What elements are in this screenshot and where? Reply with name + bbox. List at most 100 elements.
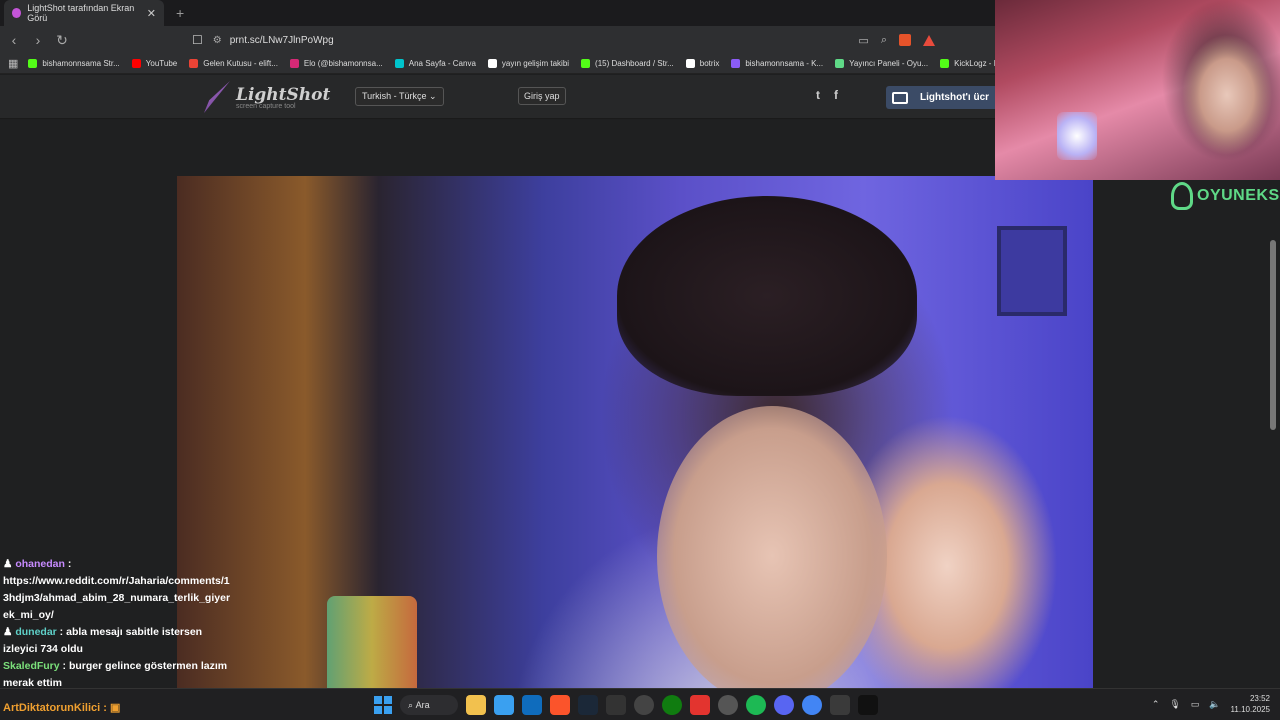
site-settings-icon[interactable]: ⚙ xyxy=(213,35,222,46)
store-icon[interactable] xyxy=(494,695,514,715)
apps-grid-icon[interactable]: ▦ xyxy=(8,57,18,70)
brave-icon[interactable] xyxy=(550,695,570,715)
wall-frame xyxy=(997,226,1067,316)
chat-overlay: ♟ ohanedan : https://www.reddit.com/r/Ja… xyxy=(3,556,233,692)
clock-time: 23:52 xyxy=(1249,694,1270,703)
chrome-icon[interactable] xyxy=(802,695,822,715)
taskbar: ArtDiktatorunKilici : ▣ ⌕ Ara ⌃ 🎙 ▭ 🔈 23… xyxy=(0,688,1280,720)
clock-date: 11.10.2025 xyxy=(1230,705,1270,714)
cast-icon[interactable]: ▭ xyxy=(858,34,868,47)
brave-shields-icon[interactable] xyxy=(899,34,911,46)
instagram-icon xyxy=(289,59,299,68)
bookmark-item[interactable]: bishamonnsama Str... xyxy=(28,59,120,68)
epic-games-icon[interactable] xyxy=(606,695,626,715)
chrome-beta-icon[interactable] xyxy=(718,695,738,715)
close-tab-icon[interactable]: ✕ xyxy=(147,7,156,20)
chevron-up-icon[interactable]: ⌃ xyxy=(1152,699,1160,710)
lightshot-header: LightShot screen capture tool Turkish - … xyxy=(0,75,995,119)
browser-tab[interactable]: LightShot tarafından Ekran Görü ✕ xyxy=(4,0,164,26)
bookmark-item[interactable]: Ana Sayfa - Canva xyxy=(394,59,476,68)
bookmark-item[interactable]: botrix xyxy=(685,59,719,68)
canva-icon xyxy=(394,59,404,68)
bookmark-item[interactable]: Elo (@bishamonnsa... xyxy=(289,59,383,68)
login-button[interactable]: Giriş yap xyxy=(518,87,566,105)
bookmarks-bar: ▦ bishamonnsama Str... YouTube Gelen Kut… xyxy=(0,54,995,74)
outlook-icon[interactable] xyxy=(522,695,542,715)
davinci-icon[interactable] xyxy=(830,695,850,715)
download-button[interactable]: Lightshot'ı ücr xyxy=(886,86,995,109)
chat-message: ♟ dunedar : abla mesajı sabitle istersen… xyxy=(3,626,203,655)
screenshot-image[interactable] xyxy=(177,176,1093,688)
chat-username: ohanedan xyxy=(15,558,65,570)
botrix-icon xyxy=(685,59,695,68)
kicklogz-icon xyxy=(940,59,950,68)
bookmark-item[interactable]: YouTube xyxy=(131,59,177,68)
volume-icon[interactable]: 🔈 xyxy=(1209,699,1220,710)
obs-icon[interactable] xyxy=(634,695,654,715)
microphone-icon[interactable]: 🎙 xyxy=(1169,699,1180,710)
logo-name: LightShot xyxy=(236,84,331,105)
system-tray: ⌃ 🎙 ▭ 🔈 23:52 11.10.2025 xyxy=(1152,693,1270,715)
taskbar-apps: ⌕ Ara xyxy=(374,695,878,715)
kick-icon xyxy=(28,59,38,68)
emote-icon: ▣ xyxy=(109,702,121,714)
chat-username: ArtDiktatorunKilici xyxy=(3,702,101,714)
face-shape xyxy=(657,406,887,688)
windows-start-icon[interactable] xyxy=(374,696,392,714)
download-icon xyxy=(892,91,908,104)
hair-shape xyxy=(617,196,917,396)
kick-icon xyxy=(581,59,591,68)
notion-icon xyxy=(487,59,497,68)
tab-title: LightShot tarafından Ekran Görü xyxy=(27,3,135,23)
clock[interactable]: 23:52 11.10.2025 xyxy=(1231,693,1270,715)
red-app-icon[interactable] xyxy=(690,695,710,715)
brave-rewards-icon[interactable] xyxy=(923,34,935,46)
spotify-icon[interactable] xyxy=(746,695,766,715)
file-explorer-icon[interactable] xyxy=(466,695,486,715)
user-badge-icon: ♟ xyxy=(3,558,13,570)
forward-button[interactable]: › xyxy=(28,32,48,48)
chat-username: SkaledFury xyxy=(3,660,60,672)
microphone-light xyxy=(1057,112,1097,160)
chat-username: dunedar xyxy=(15,626,57,638)
bookmark-item[interactable]: bishamonnsama - K... xyxy=(731,59,823,68)
chat-message: ArtDiktatorunKilici : ▣ xyxy=(3,702,121,714)
bookmark-item[interactable]: Gelen Kutusu - elift... xyxy=(189,59,278,68)
bookmark-item[interactable]: KickLogz - K xyxy=(940,59,995,68)
kick-stats-icon xyxy=(731,59,741,68)
steam-icon[interactable] xyxy=(578,695,598,715)
download-label: Lightshot'ı ücr xyxy=(920,92,990,103)
chat-message-text: https://www.reddit.com/r/Jaharia/comment… xyxy=(3,575,231,621)
network-icon[interactable]: ▭ xyxy=(1191,699,1200,710)
discord-icon[interactable] xyxy=(774,695,794,715)
taskbar-search[interactable]: ⌕ Ara xyxy=(400,695,458,715)
language-select[interactable]: Turkish - Türkçe ⌄ xyxy=(355,87,444,106)
brand-watermark: OYUNEKS xyxy=(1171,182,1280,210)
brand-name: OYUNEKS xyxy=(1197,187,1280,204)
chat-message: ♟ ohanedan : xyxy=(3,558,72,570)
xbox-icon[interactable] xyxy=(662,695,682,715)
youtube-icon xyxy=(131,59,141,68)
url-field[interactable]: ⚙ prnt.sc/LNw7JlnPoWpg xyxy=(213,35,334,46)
social-links: t f xyxy=(816,88,838,102)
zoom-icon[interactable]: ⌕ xyxy=(881,34,887,47)
reload-button[interactable]: ↻ xyxy=(52,32,72,49)
back-button[interactable]: ‹ xyxy=(4,32,24,48)
bookmark-icon[interactable]: ☐ xyxy=(192,33,203,47)
twitter-icon[interactable]: t xyxy=(816,88,820,102)
browser-tabbar: LightShot tarafından Ekran Görü ✕ + xyxy=(0,0,995,26)
facebook-icon[interactable]: f xyxy=(834,88,838,102)
new-tab-button[interactable]: + xyxy=(176,5,184,21)
bookmark-item[interactable]: Yayıncı Paneli - Oyu... xyxy=(835,59,928,68)
chat-message: SkaledFury : burger gelince göstermen la… xyxy=(3,660,228,689)
lightshot-logo[interactable]: LightShot screen capture tool xyxy=(204,81,330,113)
lightshot-favicon-icon xyxy=(12,8,22,18)
gmail-icon xyxy=(189,59,199,68)
oyuneks-icon xyxy=(835,59,845,68)
bookmark-item[interactable]: (15) Dashboard / Str... xyxy=(581,59,674,68)
scrollbar[interactable] xyxy=(1270,240,1276,430)
capcut-icon[interactable] xyxy=(858,695,878,715)
search-icon: ⌕ xyxy=(408,699,414,710)
bookmark-item[interactable]: yayın gelişim takibi xyxy=(487,59,569,68)
webcam-overlay xyxy=(995,0,1280,180)
